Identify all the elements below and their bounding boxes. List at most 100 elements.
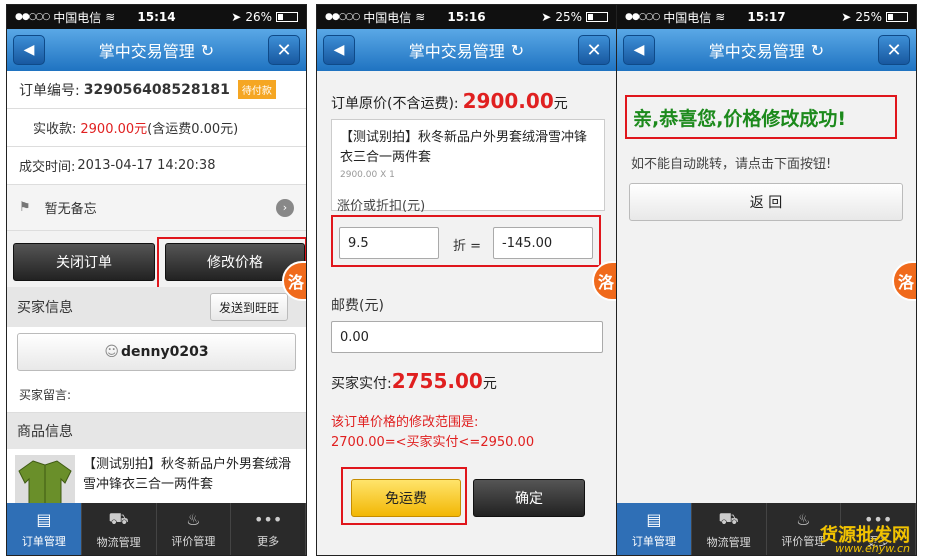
- buyer-pay-label: 买家实付:: [331, 376, 392, 392]
- truck-icon: ⛟: [718, 508, 739, 528]
- close-icon: ✕: [276, 39, 292, 61]
- nav-title: 掌中交易管理: [708, 42, 805, 61]
- item-quantity: 2900.00 X 1: [340, 170, 395, 180]
- review-icon: ♨: [186, 509, 201, 529]
- buyer-section-title: 买家信息: [17, 300, 73, 316]
- shipping-input[interactable]: 0.00: [331, 321, 603, 353]
- clipboard-icon: ▤: [36, 509, 52, 529]
- paid-note: (含运费0.00元): [147, 122, 239, 137]
- buyer-message-label: 买家留言:: [19, 388, 72, 402]
- wifi-icon: ≋: [105, 10, 116, 24]
- confirm-button[interactable]: 确定: [473, 479, 585, 517]
- tab-more[interactable]: ••• 更多: [231, 503, 306, 555]
- chevron-right-icon: ›: [276, 198, 294, 217]
- carrier-label: 中国电信: [663, 10, 712, 25]
- close-button[interactable]: ✕: [578, 35, 610, 65]
- location-icon: ➤: [541, 10, 552, 24]
- status-bar: ●●○○○ 中国电信 ≋ 15:14 ➤ 26%: [7, 5, 306, 29]
- redirect-hint: 如不能自动跳转，请点击下面按钮!: [631, 157, 832, 172]
- back-button[interactable]: ◀: [13, 35, 45, 65]
- signal-icon: ●●○○○: [625, 12, 660, 22]
- status-badge: 待付款: [237, 80, 276, 99]
- carrier-label: 中国电信: [363, 10, 412, 25]
- close-icon: ✕: [886, 39, 902, 61]
- nav-bar: ◀ 掌中交易管理 ↻ ✕: [617, 29, 916, 71]
- nav-bar: ◀ 掌中交易管理 ↻ ✕: [317, 29, 616, 71]
- buyer-message-row: 买家留言:: [7, 377, 306, 413]
- trade-time-value: 2013-04-17 14:20:38: [77, 158, 216, 173]
- buyer-pay-row: 买家实付: 2755.00 元: [331, 369, 497, 393]
- battery-label: 26%: [245, 10, 272, 24]
- price-range-note: 该订单价格的修改范围是: 2700.00=<买家实付<=2950.00: [331, 415, 535, 450]
- memo-text: 暂无备忘: [44, 202, 97, 217]
- signal-icon: ●●○○○: [325, 12, 360, 22]
- buyer-name: denny0203: [121, 344, 209, 360]
- battery-label: 25%: [555, 10, 582, 24]
- battery-icon: [886, 12, 908, 22]
- tab-order-manage[interactable]: ▤ 订单管理: [617, 503, 692, 555]
- tab-logistics[interactable]: ⛟ 物流管理: [82, 503, 157, 555]
- paid-row: 实收款: 2900.00元 (含运费0.00元): [7, 109, 306, 147]
- order-number: 329056408528181: [83, 81, 230, 98]
- paid-label: 实收款:: [33, 122, 77, 137]
- trade-time-row: 成交时间: 2013-04-17 14:20:38: [7, 147, 306, 185]
- goods-section-header: 商品信息: [7, 413, 306, 449]
- wangwang-icon: ☺: [104, 344, 120, 360]
- screen-success: ●●○○○ 中国电信 ≋ 15:17 ➤ 25% ◀ 掌中交易管理 ↻ ✕ 亲,恭喜您,…: [616, 4, 917, 556]
- original-price-row: 订单原价(不含运费): 2900.00 元: [331, 89, 568, 113]
- original-price-value: 2900.00: [462, 89, 554, 113]
- close-icon: ✕: [586, 39, 602, 61]
- tab-review[interactable]: ♨ 评价管理: [157, 503, 232, 555]
- memo-row[interactable]: ⚑ 暂无备忘 ›: [7, 185, 306, 231]
- tab-bar: ▤ 订单管理 ⛟ 物流管理 ♨ 评价管理 ••• 更多: [7, 503, 306, 555]
- item-title: 【测试别拍】秋冬新品户外男套绒滑雪冲锋衣三合一两件套: [340, 130, 588, 165]
- wifi-icon: ≋: [715, 10, 726, 24]
- highlight-box: [341, 467, 467, 525]
- adjust-label: 涨价或折扣(元): [337, 199, 426, 214]
- shipping-label: 邮费(元): [331, 298, 384, 314]
- highlight-box: [331, 215, 601, 267]
- close-order-button[interactable]: 关闭订单: [13, 243, 155, 281]
- order-number-row: 订单编号: 329056408528181 待付款: [7, 71, 306, 109]
- back-arrow-icon: ◀: [23, 42, 35, 58]
- refresh-icon[interactable]: ↻: [201, 41, 214, 60]
- original-price-unit: 元: [553, 96, 568, 112]
- refresh-icon[interactable]: ↻: [511, 41, 524, 60]
- close-button[interactable]: ✕: [878, 35, 910, 65]
- buyer-pay-value: 2755.00: [391, 369, 483, 393]
- wifi-icon: ≋: [415, 10, 426, 24]
- return-button[interactable]: 返 回: [629, 183, 903, 221]
- back-button[interactable]: ◀: [323, 35, 355, 65]
- status-time: 15:17: [747, 10, 786, 24]
- trade-time-label: 成交时间:: [19, 160, 76, 175]
- status-time: 15:16: [447, 10, 486, 24]
- watermark-url: www.ehyw.cn: [835, 542, 910, 555]
- success-message: 亲,恭喜您,价格修改成功!: [625, 95, 897, 139]
- screen-order-detail: ●●○○○ 中国电信 ≋ 15:14 ➤ 26% ◀ 掌中交易管理 ↻ ✕ 订单编号: …: [6, 4, 307, 556]
- buyer-name-button[interactable]: ☺ denny0203: [17, 333, 296, 371]
- location-icon: ➤: [841, 10, 852, 24]
- status-bar: ●●○○○ 中国电信 ≋ 15:16 ➤ 25%: [317, 5, 616, 29]
- more-icon: •••: [253, 509, 283, 529]
- refresh-icon[interactable]: ↻: [811, 41, 824, 60]
- tab-logistics[interactable]: ⛟ 物流管理: [692, 503, 767, 555]
- paid-value: 2900.00元: [80, 122, 148, 137]
- review-icon: ♨: [796, 509, 811, 529]
- status-time: 15:14: [137, 10, 176, 24]
- battery-label: 25%: [855, 10, 882, 24]
- back-arrow-icon: ◀: [333, 42, 345, 58]
- status-bar: ●●○○○ 中国电信 ≋ 15:17 ➤ 25%: [617, 5, 916, 29]
- close-button[interactable]: ✕: [268, 35, 300, 65]
- clipboard-icon: ▤: [646, 509, 662, 529]
- battery-icon: [586, 12, 608, 22]
- nav-title: 掌中交易管理: [408, 42, 505, 61]
- battery-icon: [276, 12, 298, 22]
- send-to-wangwang-button[interactable]: 发送到旺旺: [210, 293, 288, 321]
- original-price-label: 订单原价(不含运费):: [331, 96, 459, 112]
- truck-icon: ⛟: [108, 508, 129, 528]
- tab-order-manage[interactable]: ▤ 订单管理: [7, 503, 82, 555]
- flag-icon: ⚑: [19, 200, 31, 215]
- goods-section-title: 商品信息: [17, 424, 73, 440]
- nav-bar: ◀ 掌中交易管理 ↻ ✕: [7, 29, 306, 71]
- back-button[interactable]: ◀: [623, 35, 655, 65]
